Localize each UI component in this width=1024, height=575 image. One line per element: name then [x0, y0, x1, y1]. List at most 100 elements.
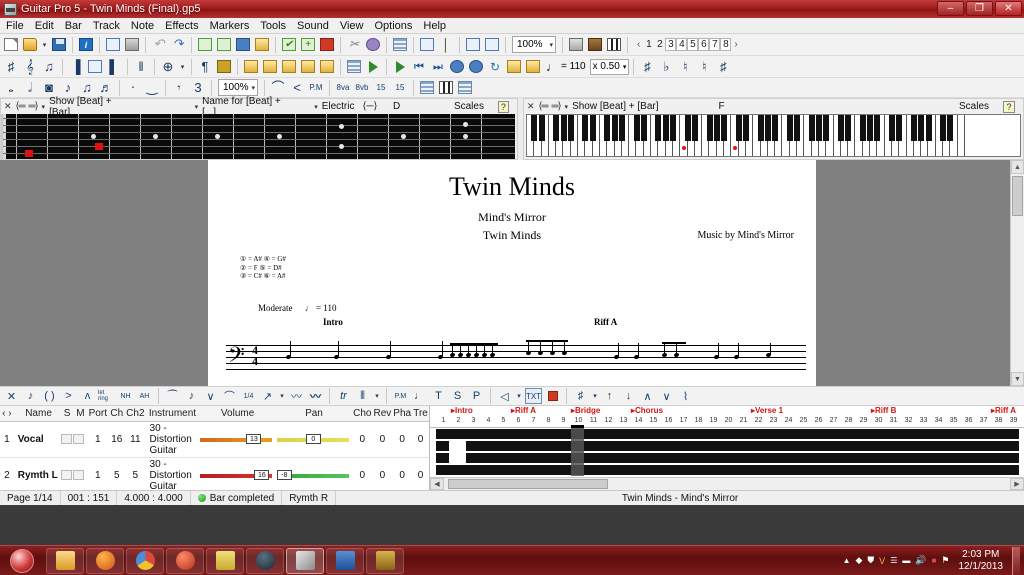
bar-number[interactable]: 6 — [517, 417, 521, 424]
piano-black-key[interactable] — [640, 115, 647, 141]
bar-number[interactable]: 26 — [815, 417, 823, 424]
piano-black-key[interactable] — [713, 115, 720, 141]
system-tray[interactable]: ▲ ◆ ⛊ V ☰ ▬ 🔊 ■ ⚑ 2:03 PM 12/1/2013 — [843, 546, 1024, 575]
bar-number[interactable]: 15 — [650, 417, 658, 424]
bar-number[interactable]: 38 — [995, 417, 1003, 424]
timeline-bar-block[interactable] — [436, 441, 449, 451]
bar-number[interactable]: 16 — [665, 417, 673, 424]
track-prev-button[interactable]: ‹ — [2, 408, 5, 419]
page-button-5[interactable]: 5 — [687, 38, 699, 51]
edit-marker-button[interactable] — [261, 58, 279, 76]
timeline-marker[interactable]: ▸Riff B — [871, 406, 896, 415]
bar-number[interactable]: 39 — [1010, 417, 1018, 424]
bar-number[interactable]: 8 — [547, 417, 551, 424]
timeline-bar-block[interactable] — [436, 429, 1019, 439]
dotted-note-button[interactable]: ⋅ — [124, 79, 142, 97]
piano-black-key[interactable] — [808, 115, 815, 141]
piano-black-key[interactable] — [538, 115, 545, 141]
popping-button[interactable]: P — [468, 388, 485, 404]
fade-in-button[interactable]: ◁ — [496, 388, 513, 404]
piano-black-key[interactable] — [691, 115, 698, 141]
piano-black-key[interactable] — [757, 115, 764, 141]
tray-network-icon[interactable]: ☰ — [890, 556, 897, 565]
timeline-marker[interactable]: ▸Verse 1 — [751, 406, 783, 415]
page-button-4[interactable]: 4 — [676, 38, 688, 51]
brush-down-button[interactable]: ∨ — [658, 388, 675, 404]
piano-black-key[interactable] — [531, 115, 538, 141]
scroll-down-button[interactable]: ▼ — [1011, 372, 1024, 386]
bar-number[interactable]: 13 — [620, 417, 628, 424]
piano-prev-button[interactable]: ⟨═ — [539, 101, 549, 112]
horizontal-layout-button[interactable] — [418, 36, 436, 54]
dead-note-button[interactable]: ✕ — [3, 388, 20, 404]
taskbar-clock[interactable]: 2:03 PM 12/1/2013 — [955, 549, 1008, 573]
play-button[interactable] — [391, 58, 409, 76]
reverb-value[interactable]: 0 — [372, 421, 393, 458]
pan-value[interactable]: 0 — [305, 433, 321, 444]
stroke-up-button[interactable]: ↑ — [601, 388, 618, 404]
next-marker-button[interactable] — [299, 58, 317, 76]
piano-black-key[interactable] — [743, 115, 749, 141]
transpose-sharp-up-button[interactable]: ♯ — [638, 58, 656, 76]
timeline-marker[interactable]: ▸Intro — [451, 406, 473, 415]
piano-display-mode[interactable]: Show [Beat] + [Bar] — [572, 101, 658, 112]
tray-pdf-icon[interactable]: ■ — [932, 556, 937, 565]
track-channel[interactable]: 16 — [108, 421, 126, 458]
piano-black-key[interactable] — [889, 115, 895, 141]
bar-number[interactable]: 33 — [920, 417, 928, 424]
windows-taskbar[interactable]: ▲ ◆ ⛊ V ☰ ▬ 🔊 ■ ⚑ 2:03 PM 12/1/2013 — [0, 545, 1024, 575]
track-port[interactable]: 1 — [87, 421, 109, 458]
piano-black-key[interactable] — [764, 115, 771, 141]
fretboard-panel[interactable]: ✕ ⟨═ ═⟩ ▾ Show [Beat] + [Bar] ▾ Name for… — [0, 96, 518, 160]
piano-black-key[interactable] — [611, 115, 618, 141]
bar-number[interactable]: 10 — [575, 417, 583, 424]
note-zoom-select[interactable]: 100% ▾ — [218, 79, 258, 96]
timeline-track-row[interactable] — [430, 452, 1024, 464]
fretboard-next-button[interactable]: ═⟩ — [29, 101, 39, 112]
scrollbar-thumb[interactable] — [1012, 176, 1023, 216]
piano-black-key[interactable] — [618, 115, 625, 141]
scroll-up-button[interactable]: ▲ — [1011, 160, 1024, 174]
loop-button[interactable]: ↻ — [486, 58, 504, 76]
piano-black-key[interactable] — [670, 115, 676, 141]
mix-table-button[interactable] — [418, 79, 436, 97]
timeline-bar-block[interactable] — [436, 453, 449, 463]
staccato2-button[interactable]: ♩ — [411, 388, 428, 404]
solo-mute-toggles[interactable] — [60, 421, 88, 458]
piano-white-key[interactable] — [957, 115, 965, 156]
timeline-track-row[interactable] — [430, 464, 1024, 476]
clef-button[interactable]: 𝄞 — [21, 58, 39, 76]
piano-black-key[interactable] — [582, 115, 589, 141]
window-controls[interactable]: – ❐ ✕ — [937, 1, 1022, 16]
tied-note-button[interactable]: ‿ — [143, 79, 161, 97]
track-table[interactable]: ‹ › Name S M Port Ch Ch2 Instrument Volu… — [0, 406, 429, 490]
bar-number[interactable]: 27 — [830, 417, 838, 424]
redo-button[interactable]: ↷ — [169, 36, 187, 54]
heavy-accent-button[interactable]: ʌ — [79, 388, 96, 404]
timeline-marker[interactable]: ▸Chorus — [631, 406, 663, 415]
bar-number[interactable]: 2 — [457, 417, 461, 424]
bar-number[interactable]: 25 — [800, 417, 808, 424]
bar-number[interactable]: 31 — [890, 417, 898, 424]
bend-button[interactable]: ↗ — [259, 388, 276, 404]
timeline-grid[interactable] — [430, 428, 1024, 476]
piano-panel-header[interactable]: ✕ ⟨═ ═⟩ ▾ Show [Beat] + [Bar] F Scales ? — [524, 99, 1023, 114]
volume-slider[interactable]: 13 — [199, 421, 276, 458]
undo-button[interactable]: ↶ — [150, 36, 168, 54]
bar-number[interactable]: 28 — [845, 417, 853, 424]
volume-value[interactable]: 16 — [254, 469, 270, 480]
taskbar-item-audio[interactable] — [366, 547, 404, 574]
track-name[interactable]: Vocal — [13, 421, 61, 458]
open-dropdown-button[interactable]: ▾ — [40, 36, 49, 54]
keyboard-toggle-button[interactable] — [605, 36, 623, 54]
timeline-bar-block[interactable] — [466, 441, 1019, 451]
pan-value[interactable]: -8 — [276, 469, 292, 480]
track-nav[interactable]: ‹ › — [0, 406, 14, 422]
piano-black-key[interactable] — [940, 115, 947, 141]
stroke-down-button[interactable]: ↓ — [620, 388, 637, 404]
menu-item-note[interactable]: Note — [131, 20, 154, 32]
first-marker-button[interactable] — [280, 58, 298, 76]
crescendo-button[interactable]: < — [288, 79, 306, 97]
timeline-playback-cursor[interactable] — [571, 428, 584, 476]
maximize-button[interactable]: ❐ — [966, 1, 993, 16]
